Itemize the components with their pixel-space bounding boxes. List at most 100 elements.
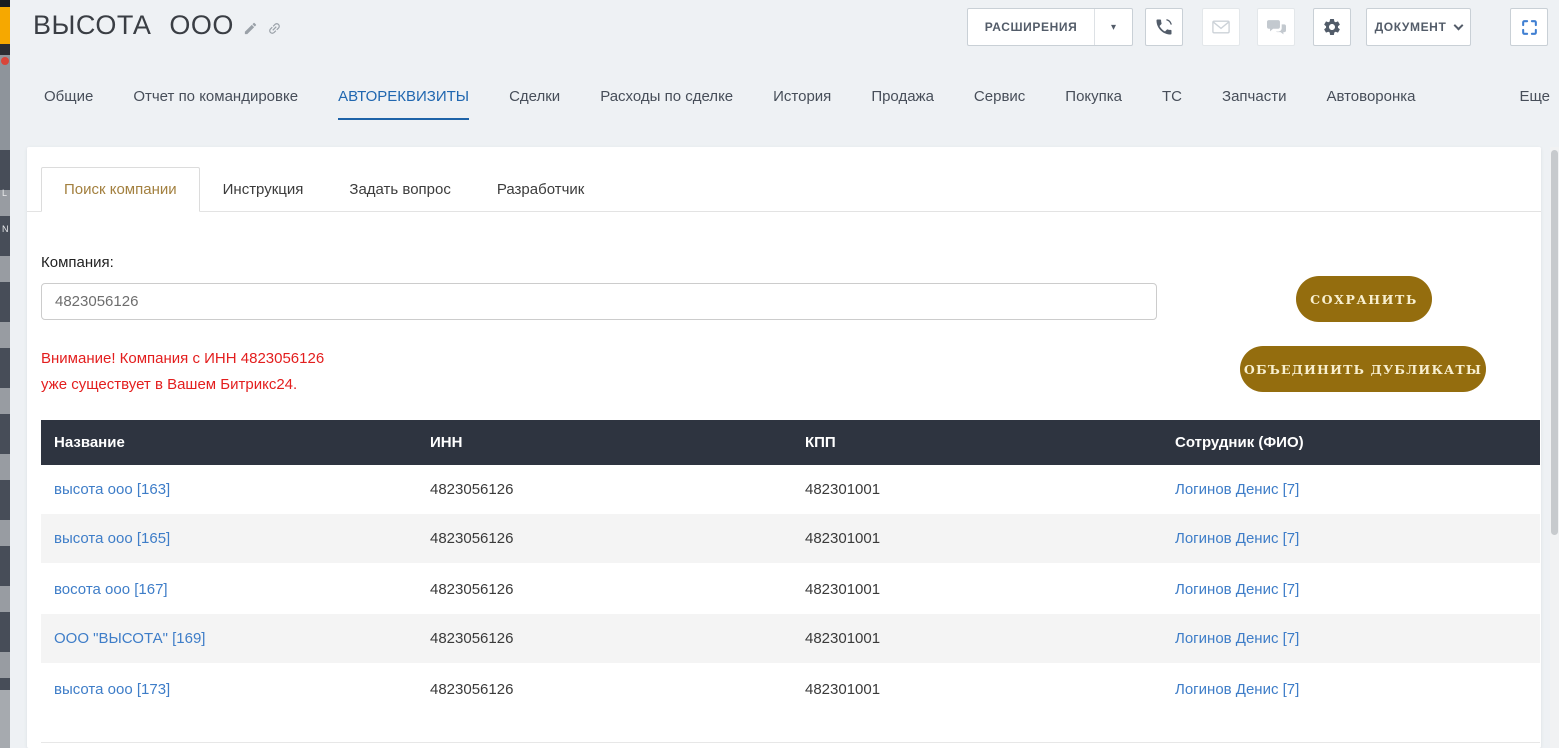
main-tab[interactable]: Сделки bbox=[509, 88, 560, 120]
scrollbar-thumb[interactable] bbox=[1551, 150, 1558, 535]
main-tab-label: Общие bbox=[44, 88, 93, 105]
table-column-header: Название bbox=[41, 434, 417, 451]
vertical-scrollbar[interactable] bbox=[1550, 147, 1559, 748]
subtab-label: Поиск компании bbox=[64, 181, 177, 198]
main-tab[interactable]: Отчет по командировке bbox=[133, 88, 298, 120]
main-tab-label: Автоворонка bbox=[1326, 88, 1415, 105]
main-tab[interactable]: Сервис bbox=[974, 88, 1025, 120]
main-tab[interactable]: Продажа bbox=[871, 88, 934, 120]
table-row: ООО "ВЫСОТА" [169] 4823056126 482301001 … bbox=[41, 614, 1540, 665]
inn-cell: 4823056126 bbox=[417, 481, 792, 498]
employee-link[interactable]: Логинов Денис [7] bbox=[1175, 581, 1299, 598]
chat-bubbles-icon bbox=[1267, 19, 1286, 35]
section-divider bbox=[41, 742, 1540, 743]
table-row: высота ооо [165] 4823056126 482301001 Ло… bbox=[41, 514, 1540, 565]
subtab[interactable]: Разработчик bbox=[474, 167, 607, 212]
company-search-input[interactable] bbox=[41, 283, 1157, 320]
company-field-label: Компания: bbox=[41, 254, 114, 271]
main-tab-label: Еще bbox=[1519, 88, 1550, 105]
gear-icon bbox=[1322, 17, 1342, 37]
main-tab[interactable]: Расходы по сделке bbox=[600, 88, 733, 120]
employee-link[interactable]: Логинов Денис [7] bbox=[1175, 630, 1299, 647]
extensions-dropdown-arrow[interactable]: ▾ bbox=[1094, 9, 1132, 45]
left-menu-sliver: L N bbox=[0, 0, 10, 748]
menu-text-fragment: N bbox=[2, 224, 9, 234]
document-button[interactable]: ДОКУМЕНТ bbox=[1366, 8, 1471, 46]
employee-link[interactable]: Логинов Денис [7] bbox=[1175, 530, 1299, 547]
subtab-label: Разработчик bbox=[497, 181, 584, 198]
main-tab[interactable]: Покупка bbox=[1065, 88, 1122, 120]
company-name-link[interactable]: высота ооо [163] bbox=[54, 481, 170, 498]
employee-link[interactable]: Логинов Денис [7] bbox=[1175, 481, 1299, 498]
envelope-icon bbox=[1212, 20, 1230, 34]
page-title: ВЫСОТА ООО bbox=[33, 10, 234, 41]
company-name-link[interactable]: высота ооо [165] bbox=[54, 530, 170, 547]
menu-text-fragment: L bbox=[2, 188, 7, 198]
main-tab-label: Отчет по командировке bbox=[133, 88, 298, 105]
duplicates-table: Название ИНН КПП Сотрудник (ФИО) высота … bbox=[41, 420, 1540, 714]
main-tab[interactable]: Автоворонка bbox=[1326, 88, 1415, 120]
employee-link[interactable]: Логинов Денис [7] bbox=[1175, 681, 1299, 698]
extensions-button[interactable]: РАСШИРЕНИЯ ▾ bbox=[967, 8, 1133, 46]
kpp-cell: 482301001 bbox=[792, 530, 1162, 547]
main-tab[interactable]: АВТОРЕКВИЗИТЫ bbox=[338, 88, 469, 120]
subtab[interactable]: Инструкция bbox=[200, 167, 327, 212]
kpp-cell: 482301001 bbox=[792, 630, 1162, 647]
subtab-bar: Поиск компании Инструкция Задать вопрос … bbox=[27, 167, 1541, 212]
expand-icon bbox=[1520, 18, 1539, 37]
chat-button[interactable] bbox=[1257, 8, 1295, 46]
chevron-down-icon bbox=[1454, 20, 1464, 30]
main-tab-label: Сервис bbox=[974, 88, 1025, 105]
main-tab-label: Сделки bbox=[509, 88, 560, 105]
table-header-row: Название ИНН КПП Сотрудник (ФИО) bbox=[41, 420, 1540, 465]
edit-pencil-icon[interactable] bbox=[243, 21, 258, 36]
main-tab-label: Запчасти bbox=[1222, 88, 1286, 105]
table-row: высота ооо [173] 4823056126 482301001 Ло… bbox=[41, 665, 1540, 714]
duplicate-warning-line2: уже существует в Вашем Битрикс24. bbox=[41, 372, 324, 398]
email-button[interactable] bbox=[1202, 8, 1240, 46]
document-button-label: ДОКУМЕНТ bbox=[1375, 20, 1447, 34]
duplicate-warning-line1: Внимание! Компания с ИНН 4823056126 bbox=[41, 346, 324, 372]
company-name-link[interactable]: восота ооо [167] bbox=[54, 581, 168, 598]
copy-link-icon[interactable] bbox=[264, 18, 285, 39]
call-button[interactable] bbox=[1145, 8, 1183, 46]
duplicate-warning: Внимание! Компания с ИНН 4823056126 уже … bbox=[41, 346, 324, 398]
main-tab-label: ТС bbox=[1162, 88, 1182, 105]
main-tab-label: История bbox=[773, 88, 831, 105]
main-tab-label: Продажа bbox=[871, 88, 934, 105]
subtab[interactable]: Задать вопрос bbox=[326, 167, 473, 212]
left-menu-sliver-top bbox=[0, 0, 10, 150]
company-name-link[interactable]: ООО "ВЫСОТА" [169] bbox=[54, 630, 205, 647]
settings-button[interactable] bbox=[1313, 8, 1351, 46]
main-tab[interactable]: История bbox=[773, 88, 831, 120]
subtab-label: Инструкция bbox=[223, 181, 304, 198]
main-tab[interactable]: Запчасти bbox=[1222, 88, 1286, 120]
merge-duplicates-button[interactable]: ОБЪЕДИНИТЬ ДУБЛИКАТЫ bbox=[1240, 346, 1486, 392]
main-tab-label: Покупка bbox=[1065, 88, 1122, 105]
inn-cell: 4823056126 bbox=[417, 581, 792, 598]
subtab-label: Задать вопрос bbox=[349, 181, 450, 198]
main-tab[interactable]: Общие bbox=[44, 88, 93, 120]
phone-icon bbox=[1154, 17, 1174, 37]
table-column-header: Сотрудник (ФИО) bbox=[1162, 434, 1540, 451]
content-card: Поиск компании Инструкция Задать вопрос … bbox=[27, 147, 1541, 748]
table-body: высота ооо [163] 4823056126 482301001 Ло… bbox=[41, 465, 1540, 714]
page-header: ВЫСОТА ООО bbox=[33, 10, 282, 41]
table-row: высота ооо [163] 4823056126 482301001 Ло… bbox=[41, 465, 1540, 514]
bitrix24-company-page: L N ВЫСОТА ООО РАСШИРЕНИЯ ▾ ДОКУМЕНТ bbox=[0, 0, 1559, 748]
main-tab-label: Расходы по сделке bbox=[600, 88, 733, 105]
left-menu-sliver-bottom bbox=[0, 690, 10, 748]
main-tab[interactable]: ТС bbox=[1162, 88, 1182, 120]
kpp-cell: 482301001 bbox=[792, 581, 1162, 598]
notification-dot bbox=[1, 57, 9, 65]
company-name-link[interactable]: высота ооо [173] bbox=[54, 681, 170, 698]
main-tab[interactable]: Еще bbox=[1519, 88, 1550, 120]
kpp-cell: 482301001 bbox=[792, 681, 1162, 698]
subtab[interactable]: Поиск компании bbox=[41, 167, 200, 212]
fullscreen-button[interactable] bbox=[1510, 8, 1548, 46]
toolbar: РАСШИРЕНИЯ ▾ ДОКУМЕНТ bbox=[967, 8, 1548, 46]
save-button[interactable]: СОХРАНИТЬ bbox=[1296, 276, 1432, 322]
table-column-header: ИНН bbox=[417, 434, 792, 451]
table-column-header: КПП bbox=[792, 434, 1162, 451]
kpp-cell: 482301001 bbox=[792, 481, 1162, 498]
